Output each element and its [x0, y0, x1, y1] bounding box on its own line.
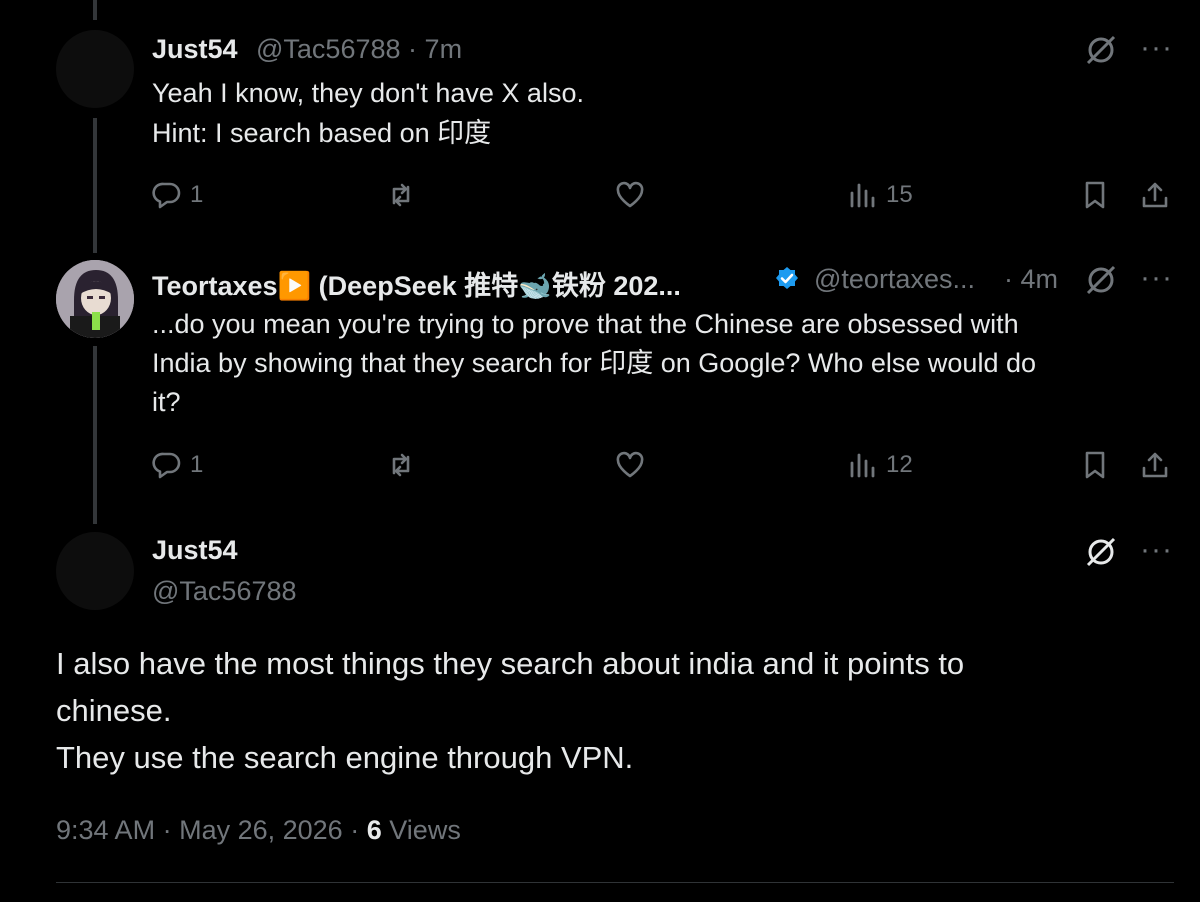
thread-line-top — [93, 0, 97, 20]
reply-button[interactable]: 1 — [152, 450, 203, 480]
grok-icon[interactable] — [1084, 263, 1118, 302]
user-handle[interactable]: @Tac56788 · 7m — [256, 34, 462, 65]
separator: · — [162, 815, 172, 845]
divider — [56, 882, 1174, 883]
user-handle[interactable]: @teortaxes... — [814, 264, 975, 295]
user-handle[interactable]: @Tac56788 — [152, 576, 297, 607]
repost-button[interactable] — [386, 180, 416, 210]
post-metadata: 9:34 AM · May 26, 2026 · 6 Views — [56, 815, 461, 846]
views-count: 12 — [886, 451, 913, 478]
reply-icon — [152, 452, 181, 479]
timestamp-group[interactable]: · 4m — [1004, 264, 1058, 295]
timestamp[interactable]: 4m — [1021, 264, 1059, 294]
separator: · — [1004, 264, 1013, 294]
display-name[interactable]: Teortaxes▶️ (DeepSeek 推特🐋铁粉 202... — [152, 264, 681, 303]
tweet-text-line-2: chinese. — [56, 693, 172, 728]
repost-icon — [392, 453, 410, 477]
tweet-text-line-3: it? — [152, 387, 181, 417]
separator: · — [350, 815, 360, 845]
views-icon — [850, 453, 875, 478]
share-icon — [1142, 452, 1168, 478]
tweet-text-line-1: I also have the most things they search … — [56, 646, 965, 681]
views-label: Views — [389, 815, 461, 845]
reply-count: 1 — [190, 451, 204, 478]
verified-badge-icon — [772, 265, 802, 295]
bookmark-button[interactable] — [1080, 450, 1110, 480]
post-date[interactable]: May 26, 2026 — [179, 815, 343, 845]
grok-icon[interactable] — [1084, 535, 1118, 574]
more-icon[interactable]: ··· — [1140, 535, 1173, 565]
post-time[interactable]: 9:34 AM — [56, 815, 155, 845]
separator: · — [408, 34, 418, 64]
views-count: 6 — [366, 815, 382, 845]
avatar[interactable] — [56, 532, 134, 610]
handle-text[interactable]: @Tac56788 — [256, 34, 401, 64]
views-count: 15 — [886, 181, 913, 208]
views-icon — [850, 183, 875, 208]
tweet-text-line-2: Hint: I search based on 印度 — [152, 118, 492, 148]
share-button[interactable] — [1140, 450, 1170, 480]
thread-line-1 — [93, 118, 97, 253]
share-button[interactable] — [1140, 180, 1170, 210]
bookmark-icon — [1085, 451, 1105, 479]
reply-icon — [152, 182, 181, 209]
repost-button[interactable] — [386, 450, 416, 480]
like-button[interactable] — [615, 180, 645, 210]
heart-icon — [616, 181, 644, 208]
display-name[interactable]: Just54 — [152, 535, 238, 566]
grok-icon[interactable] — [1084, 33, 1118, 72]
anime-avatar-image — [56, 260, 134, 338]
tweet-text-line-1: ...do you mean you're trying to prove th… — [152, 309, 1019, 339]
display-name[interactable]: Just54 — [152, 34, 238, 65]
thread-line-2 — [93, 346, 97, 524]
tweet-text-line-3: They use the search engine through VPN. — [56, 740, 634, 775]
tweet-text-line-1: Yeah I know, they don't have X also. — [152, 78, 584, 108]
reply-button[interactable]: 1 — [152, 180, 203, 210]
bookmark-icon — [1085, 181, 1105, 209]
heart-icon — [616, 451, 644, 478]
like-button[interactable] — [615, 450, 645, 480]
timestamp[interactable]: 7m — [425, 34, 463, 64]
views-button[interactable]: 15 — [848, 180, 913, 210]
more-icon[interactable]: ··· — [1140, 263, 1173, 293]
share-icon — [1142, 182, 1168, 208]
bookmark-button[interactable] — [1080, 180, 1110, 210]
repost-icon — [392, 183, 410, 207]
avatar[interactable] — [56, 30, 134, 108]
views-button[interactable]: 12 — [848, 450, 913, 480]
avatar[interactable] — [56, 260, 134, 338]
reply-count: 1 — [190, 181, 204, 208]
tweet-text-line-2: India by showing that they search for 印度… — [152, 348, 1036, 378]
more-icon[interactable]: ··· — [1140, 33, 1173, 63]
